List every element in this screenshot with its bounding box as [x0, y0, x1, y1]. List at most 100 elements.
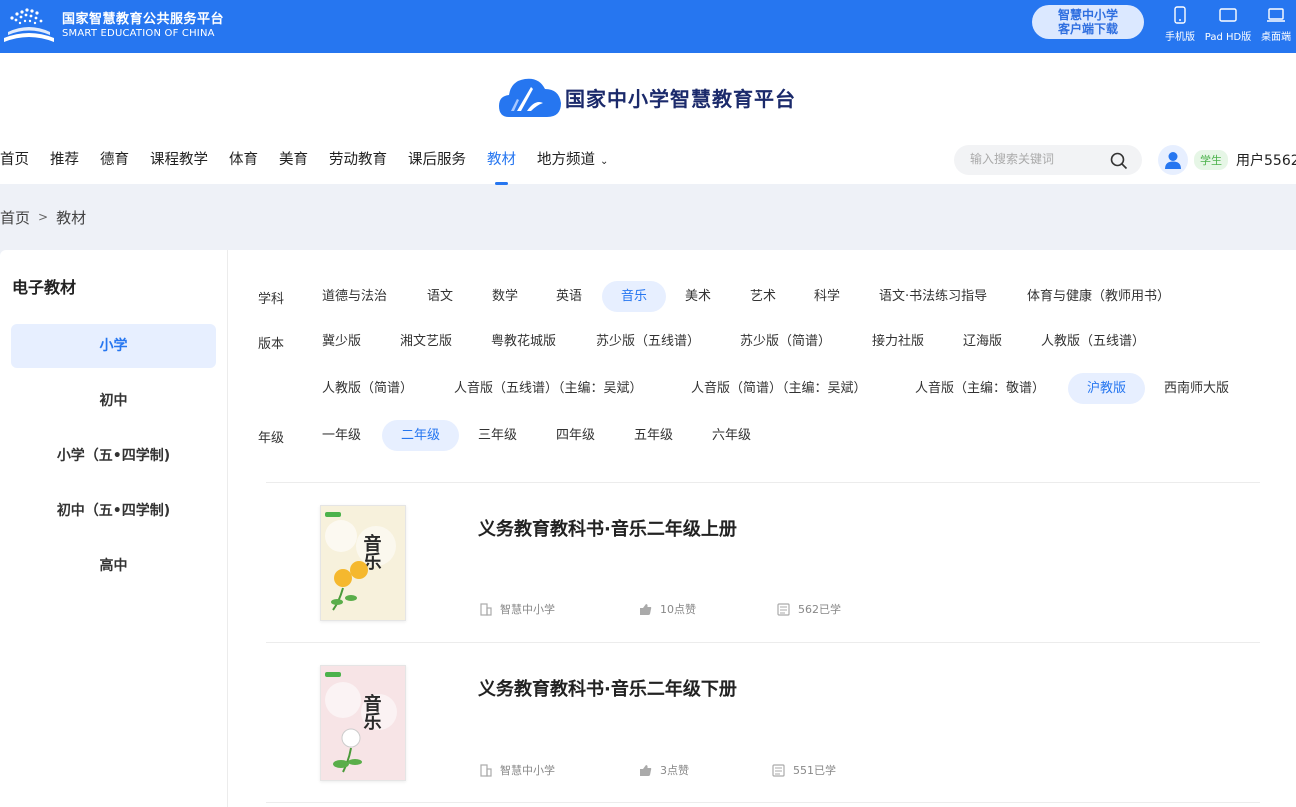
nav-textbooks[interactable]: 教材	[487, 149, 516, 185]
grade-chip-1[interactable]: 一年级	[303, 420, 380, 451]
main-nav: 首页 推荐 德育 课程教学 体育 美育 劳动教育 课后服务 教材 地方频道 ⌄	[0, 149, 629, 185]
edition-chip-renjiao-numbered[interactable]: 人教版（简谱）	[303, 373, 432, 404]
subject-chip-fine-arts[interactable]: 美术	[666, 281, 730, 312]
breadcrumb-current: 教材	[56, 209, 87, 227]
user-icon	[1165, 152, 1181, 169]
nav-after-school[interactable]: 课后服务	[408, 149, 466, 185]
user-menu[interactable]: 学生 用户5562	[1158, 145, 1296, 175]
thumbs-up-icon	[640, 603, 652, 615]
role-badge: 学生	[1194, 150, 1228, 170]
book-publisher-2: 智慧中小学	[480, 762, 555, 778]
subject-chip-art[interactable]: 艺术	[731, 281, 795, 312]
edition-chip-renyin-staff-wubin[interactable]: 人音版（五线谱）（主编：吴斌）	[435, 373, 662, 404]
edition-label: 版本	[258, 337, 285, 352]
subject-chip-chinese[interactable]: 语文	[408, 281, 472, 312]
likes-count: 10点赞	[660, 603, 696, 616]
edition-chip-renyin-jingpu[interactable]: 人音版（主编：敬谱）	[896, 373, 1064, 404]
book-card-2[interactable]: 音乐 义务教育教科书·音乐二年级下册 智慧中小学 3点赞 551已学	[266, 643, 1260, 803]
nav-courses[interactable]: 课程教学	[150, 149, 208, 185]
edition-chip-hujiao[interactable]: 沪教版	[1068, 373, 1146, 404]
nav-home[interactable]: 首页	[0, 149, 29, 185]
edition-chip-renjiao-staff[interactable]: 人教版（五线谱）	[1022, 326, 1164, 357]
book-likes-1[interactable]: 10点赞	[639, 601, 696, 617]
book-publisher-1: 智慧中小学	[480, 601, 555, 617]
subject-chip-english[interactable]: 英语	[537, 281, 601, 312]
edition-chip-yuejiao[interactable]: 粤教花城版	[472, 326, 575, 357]
subject-chip-music[interactable]: 音乐	[602, 281, 667, 312]
book-cover-art-icon: 音乐	[321, 506, 405, 620]
book-learners-1: 562已学	[777, 601, 841, 617]
download-line2: 客户端下载	[1057, 22, 1118, 36]
username[interactable]: 用户5562	[1236, 150, 1296, 170]
edition-chip-liaohai[interactable]: 辽海版	[944, 326, 1021, 357]
subject-chip-math[interactable]: 数学	[473, 281, 537, 312]
edition-chip-sushao-numbered[interactable]: 苏少版（简谱）	[721, 326, 850, 357]
search-input[interactable]	[970, 152, 1110, 166]
search-icon[interactable]	[1110, 152, 1128, 170]
sidebar-item-junior[interactable]: 初中	[11, 379, 216, 423]
phone-version-label: 手机版	[1165, 32, 1195, 43]
sidebar: 电子教材 小学 初中 小学（五•四学制) 初中（五•四学制) 高中	[0, 250, 228, 807]
brand[interactable]: 国家智慧教育公共服务平台 SMART EDUCATION OF CHINA	[0, 4, 224, 48]
desktop-version-link[interactable]: 桌面端	[1252, 6, 1296, 43]
nav-arts[interactable]: 美育	[279, 149, 308, 185]
grade-chip-6[interactable]: 六年级	[693, 420, 770, 451]
sidebar-item-primary[interactable]: 小学	[11, 324, 216, 368]
nav-pe[interactable]: 体育	[229, 149, 258, 185]
pad-version-link[interactable]: Pad HD版	[1204, 6, 1252, 43]
device-links: 手机版 Pad HD版 桌面端	[1156, 6, 1296, 43]
breadcrumb: 首页 > 教材	[0, 207, 86, 228]
edition-chip-sushao-staff[interactable]: 苏少版（五线谱）	[577, 326, 719, 357]
edition-chip-renyin-numbered-wubin[interactable]: 人音版（简谱）（主编：吴斌）	[672, 373, 886, 404]
sidebar-item-senior[interactable]: 高中	[11, 544, 216, 588]
book-cover-2[interactable]: 音乐	[320, 665, 406, 781]
nav-moral[interactable]: 德育	[100, 149, 129, 185]
grade-chip-5[interactable]: 五年级	[615, 420, 692, 451]
edition-chip-jieli[interactable]: 接力社版	[853, 326, 943, 357]
sidebar-item-primary-54[interactable]: 小学（五•四学制)	[11, 434, 216, 478]
search-box	[954, 145, 1142, 175]
subject-chip-science[interactable]: 科学	[795, 281, 859, 312]
subject-chip-calligraphy[interactable]: 语文·书法练习指导	[860, 281, 1006, 312]
laptop-icon	[1267, 8, 1285, 22]
tablet-icon	[1219, 8, 1237, 22]
building-icon	[480, 602, 492, 616]
main-panel: 电子教材 小学 初中 小学（五•四学制) 初中（五•四学制) 高中 学科 道德与…	[0, 250, 1296, 807]
thumbs-up-icon	[640, 764, 652, 776]
edition-chip-xiangwenyi[interactable]: 湘文艺版	[381, 326, 471, 357]
subject-chip-moral[interactable]: 道德与法治	[303, 281, 406, 312]
subject-chip-pe-teacher[interactable]: 体育与健康（教师用书）	[1008, 281, 1189, 312]
brand-name-en: SMART EDUCATION OF CHINA	[62, 27, 215, 39]
grade-chip-2[interactable]: 二年级	[382, 420, 460, 451]
sidebar-item-junior-54[interactable]: 初中（五•四学制)	[11, 489, 216, 533]
breadcrumb-home[interactable]: 首页	[0, 207, 30, 228]
breadcrumb-separator: >	[38, 210, 49, 224]
book-icon	[772, 763, 785, 777]
chevron-down-icon: ⌄	[600, 156, 609, 167]
subject-label: 学科	[258, 292, 285, 307]
book-card-1[interactable]: 音乐 义务教育教科书·音乐二年级上册 智慧中小学 10点赞 562已学	[266, 483, 1260, 643]
book-icon	[777, 602, 790, 616]
book-title-1[interactable]: 义务教育教科书·音乐二年级上册	[478, 515, 737, 541]
divider	[266, 802, 1260, 803]
grade-chip-4[interactable]: 四年级	[537, 420, 614, 451]
nav-recommend[interactable]: 推荐	[50, 149, 79, 185]
brand-name-cn: 国家智慧教育公共服务平台	[62, 11, 225, 27]
book-cover-1[interactable]: 音乐	[320, 505, 406, 621]
nav-local-label: 地方频道	[537, 152, 595, 168]
grade-chip-3[interactable]: 三年级	[459, 420, 536, 451]
sidebar-title: 电子教材	[12, 278, 77, 297]
client-download-button[interactable]: 智慧中小学 客户端下载	[1032, 5, 1144, 39]
book-likes-2[interactable]: 3点赞	[639, 762, 689, 778]
brand-logo-icon	[4, 8, 54, 42]
platform-logo[interactable]: 国家中小学智慧教育平台	[497, 73, 796, 121]
building-icon	[480, 763, 492, 777]
phone-version-link[interactable]: 手机版	[1156, 6, 1204, 43]
book-title-2[interactable]: 义务教育教科书·音乐二年级下册	[478, 675, 737, 701]
edition-chip-jishao[interactable]: 冀少版	[303, 326, 380, 357]
nav-local-channel[interactable]: 地方频道 ⌄	[537, 149, 608, 185]
phone-icon	[1174, 6, 1186, 24]
edition-chip-xinan[interactable]: 西南师大版	[1145, 373, 1248, 404]
nav-labor[interactable]: 劳动教育	[329, 149, 387, 185]
avatar[interactable]	[1158, 145, 1188, 175]
